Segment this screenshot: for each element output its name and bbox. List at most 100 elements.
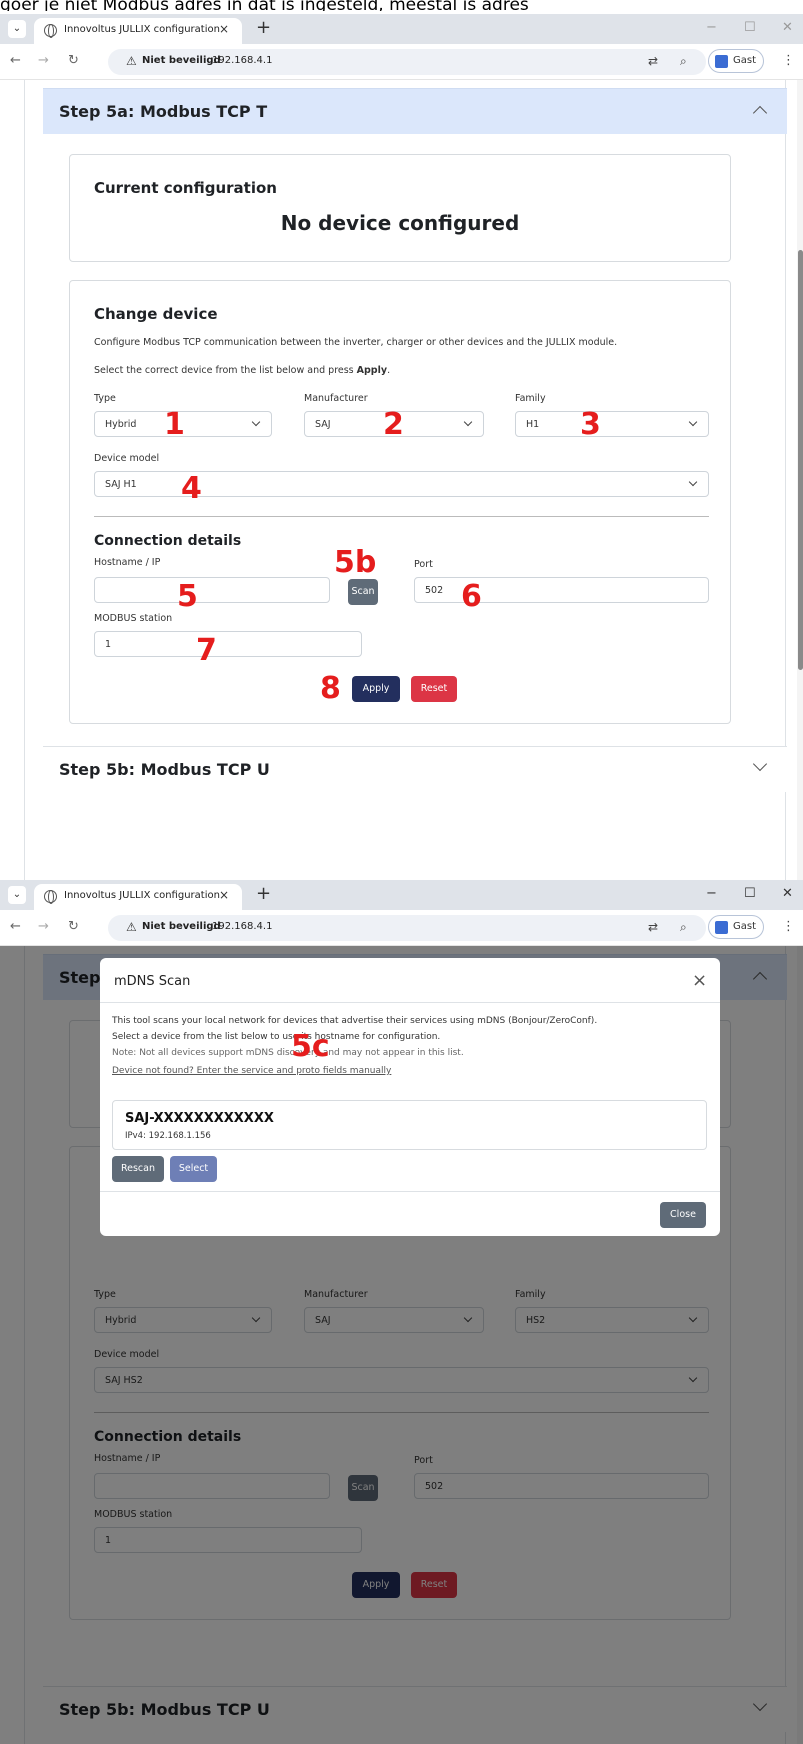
- family-select[interactable]: H1: [515, 411, 709, 437]
- tab-search-chevron-icon[interactable]: ⌄: [8, 20, 26, 38]
- globe-icon: [44, 890, 57, 904]
- profile-label: Gast: [733, 921, 757, 932]
- change-device-description: Configure Modbus TCP communication betwe…: [94, 337, 618, 348]
- accordion-step-5a-header[interactable]: Step 5a: Modbus TCP T: [43, 88, 787, 134]
- browser-tab[interactable]: Innovoltus JULLIX configuration ×: [34, 884, 242, 910]
- scan-button[interactable]: Scan: [348, 579, 378, 605]
- forward-icon[interactable]: →: [38, 919, 49, 934]
- change-device-title: Change device: [94, 305, 218, 323]
- window-close-icon[interactable]: ✕: [782, 886, 793, 901]
- tab-close-icon[interactable]: ×: [219, 888, 229, 902]
- zoom-icon[interactable]: ⌕: [680, 920, 687, 935]
- warning-icon[interactable]: ⚠: [126, 54, 137, 68]
- reload-icon[interactable]: ↻: [68, 919, 79, 934]
- translate-icon[interactable]: ⇄: [648, 54, 658, 68]
- annotation-6: 6: [461, 579, 482, 614]
- menu-kebab-icon[interactable]: ⋮: [782, 53, 795, 68]
- select-button[interactable]: Select: [170, 1156, 217, 1182]
- accordion-container: Step 5a: Modbus TCP T Current configurat…: [24, 80, 787, 880]
- profile-label: Gast: [733, 55, 757, 66]
- port-label: Port: [414, 559, 433, 570]
- omnibox[interactable]: ⚠ Niet beveiligd 192.168.4.1 ⇄ ⌕: [108, 49, 706, 75]
- page-scrollbar[interactable]: [797, 80, 803, 880]
- profile-button[interactable]: Gast: [708, 49, 764, 73]
- url-text[interactable]: 192.168.4.1: [212, 55, 272, 66]
- hostname-input[interactable]: [94, 577, 330, 603]
- modal-close-icon[interactable]: ×: [692, 970, 707, 991]
- globe-icon: [44, 24, 57, 38]
- step-5a-title: Step 5a: Modbus TCP T: [59, 102, 268, 121]
- top-caption-text: goer je niet Modbus adres in dat is inge…: [0, 0, 529, 11]
- omnibox[interactable]: ⚠ Niet beveiligd 192.168.4.1 ⇄ ⌕: [108, 915, 706, 941]
- menu-kebab-icon[interactable]: ⋮: [782, 919, 795, 934]
- change-device-card: Change device Configure Modbus TCP commu…: [69, 280, 731, 724]
- browser-tab[interactable]: Innovoltus JULLIX configuration ×: [34, 18, 242, 44]
- profile-button[interactable]: Gast: [708, 915, 764, 939]
- manual-entry-link[interactable]: Device not found? Enter the service and …: [112, 1066, 391, 1076]
- forward-icon[interactable]: →: [38, 53, 49, 68]
- device-name: SAJ-XXXXXXXXXXXX: [125, 1111, 274, 1126]
- family-label: Family: [515, 393, 546, 404]
- apply-button[interactable]: Apply: [352, 676, 400, 702]
- new-tab-icon[interactable]: +: [256, 883, 271, 904]
- minimize-icon[interactable]: −: [706, 886, 717, 901]
- discovered-device-item[interactable]: SAJ-XXXXXXXXXXXX IPv4: 192.168.1.156: [112, 1100, 707, 1150]
- chevron-down-icon: [251, 417, 261, 427]
- browser-tab-bar: ⌄ Innovoltus JULLIX configuration × + − …: [0, 14, 803, 44]
- reset-button[interactable]: Reset: [411, 676, 457, 702]
- tab-search-chevron-icon[interactable]: ⌄: [8, 886, 26, 904]
- device-model-label: Device model: [94, 453, 160, 464]
- port-value: 502: [425, 585, 444, 596]
- close-button[interactable]: Close: [660, 1202, 706, 1228]
- url-text[interactable]: 192.168.4.1: [212, 921, 272, 932]
- annotation-2: 2: [383, 407, 404, 442]
- security-label[interactable]: Niet beveiligd: [142, 55, 221, 66]
- window-close-icon[interactable]: ✕: [782, 20, 793, 35]
- scrollbar-thumb[interactable]: [798, 250, 803, 670]
- warning-icon[interactable]: ⚠: [126, 920, 137, 934]
- chevron-down-icon: [463, 417, 473, 427]
- maximize-icon[interactable]: ☐: [744, 20, 756, 35]
- type-label: Type: [94, 393, 116, 404]
- new-tab-icon[interactable]: +: [256, 17, 271, 38]
- reload-icon[interactable]: ↻: [68, 53, 79, 68]
- translate-icon[interactable]: ⇄: [648, 920, 658, 934]
- current-configuration-card: Current configuration No device configur…: [69, 154, 731, 262]
- annotation-5: 5: [177, 579, 198, 614]
- connection-details-title: Connection details: [94, 533, 242, 549]
- annotation-7: 7: [196, 633, 217, 668]
- modal-backdrop[interactable]: mDNS Scan × This tool scans your local n…: [0, 946, 803, 1744]
- modbus-station-label: MODBUS station: [94, 613, 173, 624]
- tab-close-icon[interactable]: ×: [219, 22, 229, 36]
- security-label[interactable]: Niet beveiligd: [142, 921, 221, 932]
- annotation-1: 1: [164, 407, 185, 442]
- family-value: H1: [526, 419, 540, 430]
- port-input[interactable]: 502: [414, 577, 709, 603]
- chevron-down-icon: [688, 417, 698, 427]
- back-icon[interactable]: ←: [10, 919, 21, 934]
- modal-title: mDNS Scan: [114, 974, 191, 989]
- device-model-value: SAJ H1: [105, 479, 137, 490]
- current-device-status: No device configured: [280, 211, 520, 235]
- modal-description-2: Select a device from the list below to u…: [112, 1032, 441, 1042]
- manufacturer-value: SAJ: [315, 419, 331, 430]
- minimize-icon[interactable]: −: [706, 20, 717, 35]
- browser-address-bar: ← → ↻ ⚠ Niet beveiligd 192.168.4.1 ⇄ ⌕ G…: [0, 44, 803, 80]
- profile-avatar-icon: [715, 921, 728, 934]
- mdns-scan-modal: mDNS Scan × This tool scans your local n…: [100, 958, 720, 1236]
- modbus-station-input[interactable]: 1: [94, 631, 362, 657]
- chevron-down-icon: [688, 477, 698, 487]
- maximize-icon[interactable]: ☐: [744, 886, 756, 901]
- page-content: Step 5a: Modbus TCP T Current configurat…: [0, 80, 803, 880]
- screenshot-mdns-scan: ⌄ Innovoltus JULLIX configuration × + − …: [0, 880, 803, 1744]
- current-configuration-title: Current configuration: [94, 179, 277, 197]
- modal-footer-divider: [100, 1191, 720, 1192]
- screenshot-configuration: ⌄ Innovoltus JULLIX configuration × + − …: [0, 14, 803, 880]
- back-icon[interactable]: ←: [10, 53, 21, 68]
- tab-title: Innovoltus JULLIX configuration: [64, 890, 220, 901]
- tab-title: Innovoltus JULLIX configuration: [64, 24, 220, 35]
- annotation-3: 3: [580, 407, 601, 442]
- zoom-icon[interactable]: ⌕: [680, 54, 687, 69]
- rescan-button[interactable]: Rescan: [112, 1156, 164, 1182]
- accordion-step-5b-header[interactable]: Step 5b: Modbus TCP U: [43, 746, 787, 792]
